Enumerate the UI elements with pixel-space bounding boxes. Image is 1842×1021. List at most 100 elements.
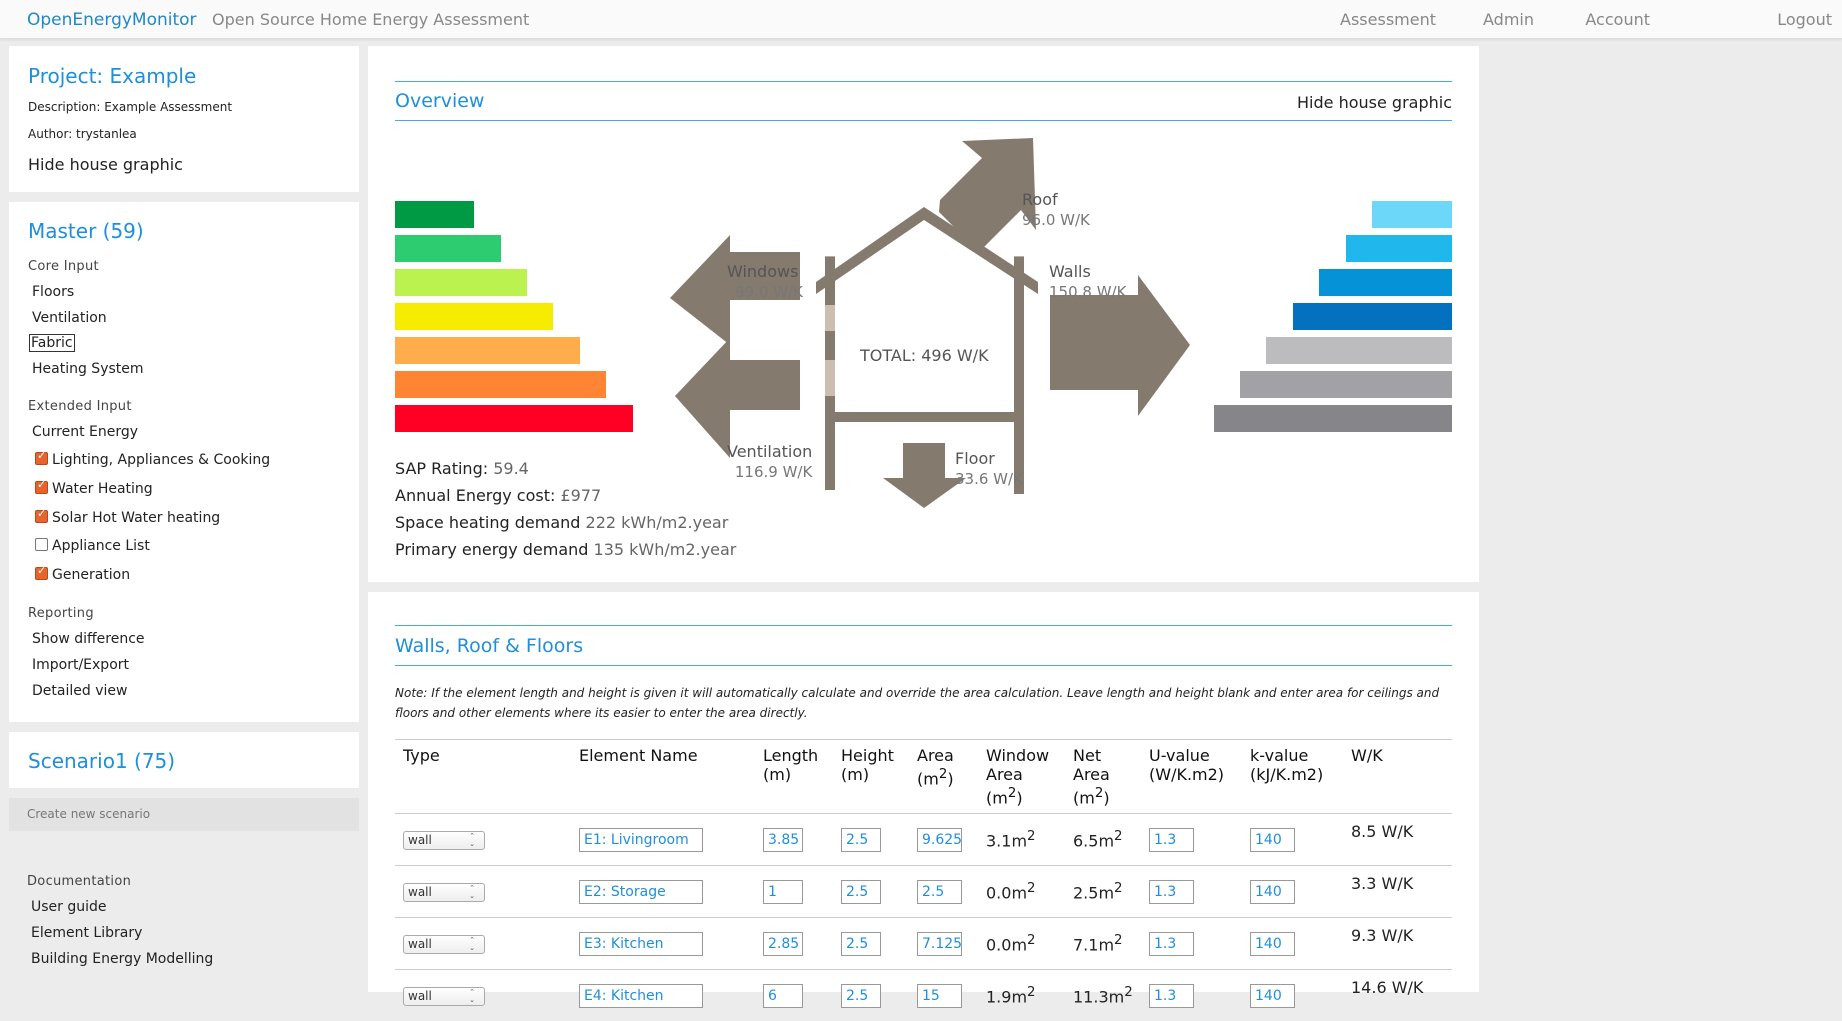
extended-item-lighting[interactable]: Lighting, Appliances & Cooking <box>35 449 270 468</box>
ventilation-label: Ventilation <box>727 442 813 461</box>
element-name-input[interactable]: E2: Storage <box>579 879 703 904</box>
kvalue-cell: 140 <box>1242 813 1343 866</box>
create-scenario-button[interactable]: Create new scenario <box>9 798 359 831</box>
annual-cost-value: £977 <box>560 486 602 505</box>
col-area: Area (m2) <box>909 738 978 815</box>
col-type: Type <box>395 738 571 815</box>
col-net-area-close: ) <box>1103 788 1110 808</box>
net-area-sup: 2 <box>1114 933 1123 949</box>
length-input[interactable]: 6 <box>763 983 803 1008</box>
house-total-label: TOTAL: 496 W/K <box>860 346 989 365</box>
project-title: Project: Example <box>28 64 197 88</box>
master-title[interactable]: Master (59) <box>28 219 144 243</box>
nav-detailed-view[interactable]: Detailed view <box>32 683 127 699</box>
area-input[interactable]: 15 <box>917 983 962 1008</box>
nav-heating-system[interactable]: Heating System <box>32 361 144 377</box>
nav-import-export[interactable]: Import/Export <box>32 657 129 673</box>
element-name-input[interactable]: E3: Kitchen <box>579 931 703 956</box>
brand-link[interactable]: OpenEnergyMonitor <box>27 10 197 30</box>
overview-hide-graphic-link[interactable]: Hide house graphic <box>1297 93 1452 112</box>
type-select[interactable]: wall <box>403 831 485 851</box>
kvalue-input[interactable]: 140 <box>1250 931 1295 956</box>
windows-heatloss: Windows 99.0 W/K <box>727 262 803 302</box>
solar-checkbox[interactable] <box>35 507 48 523</box>
col-net-area-line1: Net <box>1073 746 1102 765</box>
uvalue-input[interactable]: 1.3 <box>1149 983 1194 1008</box>
height-input[interactable]: 2.5 <box>841 931 881 956</box>
kvalue-input[interactable]: 140 <box>1250 983 1295 1008</box>
element-name-input[interactable]: E1: Livingroom <box>579 827 703 852</box>
nav-current-energy[interactable]: Current Energy <box>32 424 138 440</box>
area-input[interactable]: 2.5 <box>917 879 962 904</box>
nav-floors[interactable]: Floors <box>32 284 74 300</box>
nav-ventilation[interactable]: Ventilation <box>32 310 107 326</box>
scenario-title[interactable]: Scenario1 (75) <box>28 749 175 773</box>
nav-admin[interactable]: Admin <box>1483 10 1534 29</box>
height-input[interactable]: 2.5 <box>841 879 881 904</box>
appliance-list-checkbox[interactable] <box>35 538 48 551</box>
window-area-sup: 2 <box>1027 829 1036 845</box>
name-cell: E4: Kitchen <box>571 969 755 1021</box>
generation-checkbox[interactable] <box>35 564 48 580</box>
hide-house-graphic-link[interactable]: Hide house graphic <box>28 155 183 174</box>
area-cell: 2.5 <box>909 865 978 918</box>
nav-logout[interactable]: Logout <box>1777 10 1832 29</box>
length-cell: 2.85 <box>755 917 833 970</box>
extended-item-generation[interactable]: Generation <box>35 564 130 583</box>
type-select[interactable]: wall <box>403 935 485 955</box>
net-area-value: 11.3m <box>1073 987 1125 1007</box>
area-input[interactable]: 7.125 <box>917 931 962 956</box>
col-window-area-line1: Window <box>986 746 1050 765</box>
height-input[interactable]: 2.5 <box>841 827 881 852</box>
floor-value: 33.6 W/K <box>955 470 1023 488</box>
app-subtitle: Open Source Home Energy Assessment <box>212 10 530 29</box>
space-heating-label: Space heating demand <box>395 513 581 532</box>
uvalue-cell: 1.3 <box>1141 865 1242 918</box>
type-select[interactable]: wall <box>403 987 485 1007</box>
length-input[interactable]: 1 <box>763 879 803 904</box>
name-cell: E3: Kitchen <box>571 917 755 970</box>
type-select[interactable]: wall <box>403 883 485 903</box>
kvalue-input[interactable]: 140 <box>1250 879 1295 904</box>
nav-show-difference[interactable]: Show difference <box>32 631 145 647</box>
area-cell: 9.625 <box>909 813 978 866</box>
ei-bar-5 <box>1266 337 1452 364</box>
nav-assessment[interactable]: Assessment <box>1340 10 1436 29</box>
ei-bar-6 <box>1240 371 1452 398</box>
uvalue-input[interactable]: 1.3 <box>1149 827 1194 852</box>
col-height-line1: Height <box>841 746 894 765</box>
table-row: wallE2: Storage12.52.50.0m22.5m21.31403.… <box>395 865 1452 918</box>
doc-element-library[interactable]: Element Library <box>31 925 142 941</box>
table-row: wallE4: Kitchen62.5151.9m211.3m21.314014… <box>395 969 1452 1021</box>
uvalue-input[interactable]: 1.3 <box>1149 931 1194 956</box>
water-heating-checkbox[interactable] <box>35 478 48 494</box>
extended-item-appliance-list[interactable]: Appliance List <box>35 538 150 554</box>
nav-account[interactable]: Account <box>1585 10 1650 29</box>
col-kvalue-line1: k-value <box>1250 746 1309 765</box>
uvalue-input[interactable]: 1.3 <box>1149 879 1194 904</box>
element-name-input[interactable]: E4: Kitchen <box>579 983 703 1008</box>
sap-bar-b <box>395 235 501 262</box>
length-input[interactable]: 2.85 <box>763 931 803 956</box>
height-input[interactable]: 2.5 <box>841 983 881 1008</box>
area-input[interactable]: 9.625 <box>917 827 962 852</box>
nav-fabric[interactable]: Fabric <box>29 334 75 352</box>
core-input-heading: Core Input <box>28 259 99 274</box>
col-uvalue: U-value (W/K.m2) <box>1141 738 1242 815</box>
doc-building-energy-modelling[interactable]: Building Energy Modelling <box>31 951 213 967</box>
extended-item-water-heating[interactable]: Water Heating <box>35 478 153 497</box>
col-uvalue-line2: (W/K.m2) <box>1149 765 1225 784</box>
window-area-cell: 1.9m2 <box>978 969 1065 1021</box>
lighting-checkbox[interactable] <box>35 449 48 465</box>
ei-bar-1 <box>1372 201 1452 228</box>
ventilation-arrow-icon <box>675 338 800 458</box>
doc-user-guide[interactable]: User guide <box>31 899 107 915</box>
extended-item-solar[interactable]: Solar Hot Water heating <box>35 507 220 526</box>
length-input[interactable]: 3.85 <box>763 827 803 852</box>
wk-cell: 9.3 W/K <box>1343 917 1452 970</box>
window-area-value: 0.0m <box>986 883 1028 903</box>
net-area-sup: 2 <box>1124 985 1133 1001</box>
kvalue-input[interactable]: 140 <box>1250 827 1295 852</box>
walls-table-body: wallE1: Livingroom3.852.59.6253.1m26.5m2… <box>395 813 1452 1021</box>
ei-bar-4 <box>1293 303 1452 330</box>
